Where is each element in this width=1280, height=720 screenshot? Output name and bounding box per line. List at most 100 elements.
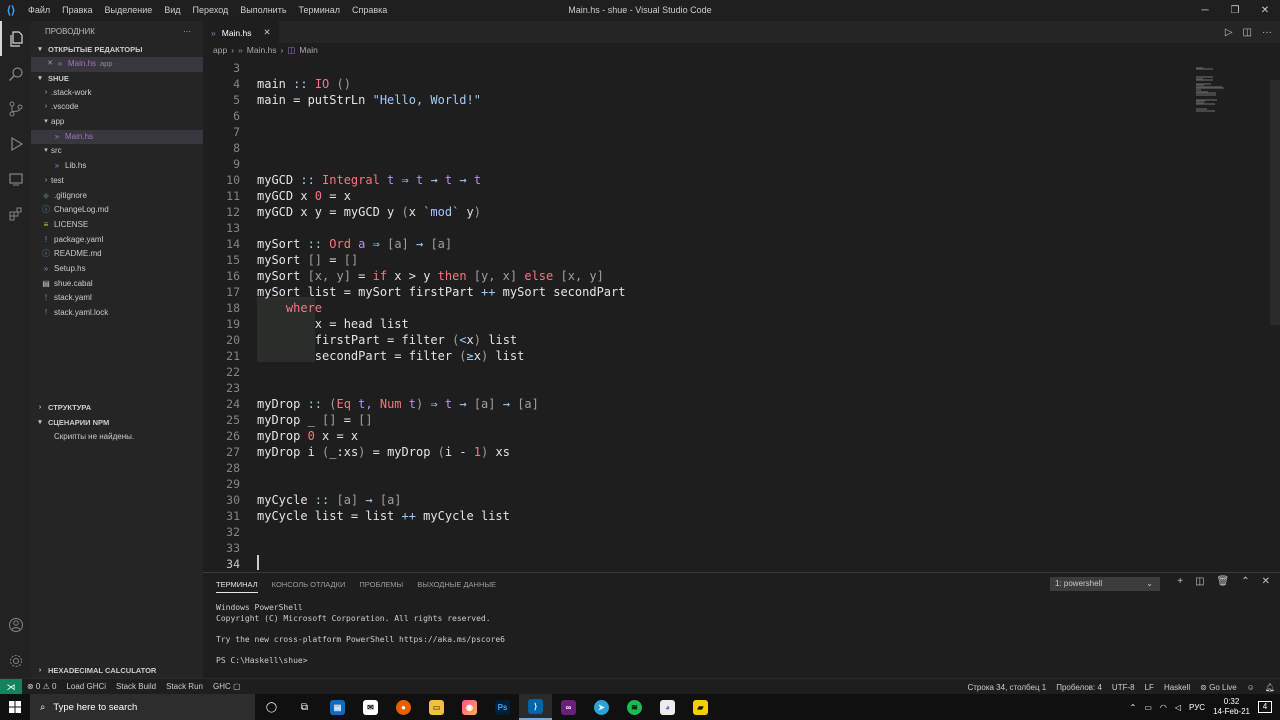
- more-actions-icon[interactable]: ···: [183, 21, 191, 43]
- menu-view[interactable]: Вид: [158, 0, 186, 21]
- spotify-icon[interactable]: ≋: [618, 694, 651, 720]
- source-control-icon[interactable]: [0, 91, 31, 126]
- problems-count[interactable]: ⊗ 0 ⚠ 0: [22, 682, 61, 691]
- maximize-panel-icon[interactable]: ⌃: [1241, 576, 1249, 587]
- remote-icon[interactable]: ⋊: [0, 678, 22, 695]
- windows-start-icon[interactable]: [0, 694, 30, 720]
- tree-item[interactable]: ⓘ README.md: [31, 247, 203, 262]
- store-icon[interactable]: ▤: [321, 694, 354, 720]
- breadcrumb-folder[interactable]: app: [213, 43, 227, 57]
- feedback-icon[interactable]: ☺: [1242, 683, 1260, 692]
- tree-item[interactable]: ≡ LICENSE: [31, 218, 203, 233]
- restore-icon[interactable]: ❐: [1220, 0, 1250, 21]
- breadcrumb-symbol[interactable]: Main: [299, 43, 317, 57]
- tab-close-icon[interactable]: ✕: [264, 27, 271, 38]
- open-editor-item[interactable]: ✕ » Main.hs app: [31, 57, 203, 72]
- vscode-taskbar-icon[interactable]: ⟩: [519, 694, 552, 720]
- cortana-icon[interactable]: ◯: [255, 694, 288, 720]
- minimap[interactable]: [1190, 57, 1280, 572]
- gear-icon[interactable]: [0, 643, 31, 678]
- task-view-icon[interactable]: ⧉: [288, 694, 321, 720]
- visual-studio-icon[interactable]: ∞: [552, 694, 585, 720]
- language-mode[interactable]: Haskell: [1159, 683, 1195, 692]
- photoshop-icon[interactable]: Ps: [486, 694, 519, 720]
- split-editor-icon[interactable]: ◫: [1243, 27, 1252, 38]
- code-editor[interactable]: 3 4 main :: IO () 5 main = putStrLn "Hello, …: [203, 57, 1190, 572]
- tree-item[interactable]: ▾ app: [31, 115, 203, 130]
- more-actions-icon[interactable]: ···: [1262, 27, 1272, 38]
- tree-item[interactable]: › test: [31, 174, 203, 189]
- line-ending[interactable]: LF: [1140, 683, 1159, 692]
- close-icon[interactable]: ✕: [1250, 0, 1280, 21]
- project-section[interactable]: ▾ SHUE: [31, 72, 203, 86]
- open-editors-section[interactable]: ▾ ОТКРЫТЫЕ РЕДАКТОРЫ: [31, 43, 203, 57]
- ghc-button[interactable]: GHC ▢: [208, 682, 246, 691]
- run-debug-icon[interactable]: [0, 126, 31, 161]
- tab-terminal[interactable]: ТЕРМИНАЛ: [216, 576, 258, 593]
- chevron-up-icon[interactable]: ⌃: [1130, 703, 1137, 712]
- tree-item[interactable]: » Main.hs: [31, 129, 203, 145]
- outline-section[interactable]: › СТРУКТУРА: [31, 401, 203, 415]
- tree-item[interactable]: ◆ .gitignore: [31, 189, 203, 204]
- trash-icon[interactable]: 🗑: [1217, 576, 1230, 587]
- close-panel-icon[interactable]: ✕: [1262, 576, 1270, 587]
- menu-edit[interactable]: Правка: [56, 0, 98, 21]
- menu-run[interactable]: Выполнить: [234, 0, 292, 21]
- menu-go[interactable]: Переход: [187, 0, 235, 21]
- breadcrumb-file[interactable]: Main.hs: [247, 43, 277, 57]
- tree-item[interactable]: » Lib.hs: [31, 159, 203, 174]
- close-icon[interactable]: ✕: [45, 57, 55, 72]
- tree-item[interactable]: » Setup.hs: [31, 262, 203, 277]
- split-terminal-icon[interactable]: ◫: [1195, 576, 1204, 587]
- photo-app-icon[interactable]: ◉: [453, 694, 486, 720]
- cursor-position[interactable]: Строка 34, столбец 1: [962, 683, 1051, 692]
- wifi-icon[interactable]: ◠: [1160, 703, 1167, 712]
- tree-item[interactable]: › .stack-work: [31, 86, 203, 101]
- menu-selection[interactable]: Выделение: [99, 0, 159, 21]
- new-terminal-icon[interactable]: +: [1177, 576, 1183, 587]
- load-ghci-button[interactable]: Load GHCi: [61, 682, 111, 691]
- file-explorer-icon[interactable]: ▭: [420, 694, 453, 720]
- remote-explorer-icon[interactable]: [0, 161, 31, 196]
- go-live-button[interactable]: ⊚ Go Live: [1195, 683, 1242, 692]
- tree-item[interactable]: ! stack.yaml: [31, 291, 203, 306]
- editor-scrollbar[interactable]: [1270, 80, 1280, 325]
- volume-icon[interactable]: ◁: [1175, 703, 1181, 712]
- tree-item[interactable]: ▾ src: [31, 144, 203, 159]
- keyboard-language[interactable]: РУС: [1189, 703, 1205, 712]
- telegram-icon[interactable]: ➤: [585, 694, 618, 720]
- explorer-icon[interactable]: [0, 21, 31, 56]
- stack-build-button[interactable]: Stack Build: [111, 682, 161, 691]
- terminal-output[interactable]: Windows PowerShell Copyright (C) Microso…: [216, 603, 505, 666]
- stack-run-button[interactable]: Stack Run: [161, 682, 208, 691]
- tab-debug-console[interactable]: КОНСОЛЬ ОТЛАДКИ: [272, 580, 346, 589]
- menu-file[interactable]: Файл: [22, 0, 56, 21]
- menu-terminal[interactable]: Терминал: [293, 0, 346, 21]
- account-icon[interactable]: [0, 607, 31, 642]
- battery-icon[interactable]: ▭: [1144, 703, 1152, 712]
- indentation[interactable]: Пробелов: 4: [1051, 683, 1107, 692]
- taskbar-search[interactable]: ⌕ Type here to search: [30, 694, 255, 720]
- minimize-icon[interactable]: ─: [1190, 0, 1220, 21]
- run-icon[interactable]: ▷: [1225, 27, 1233, 38]
- search-icon[interactable]: [0, 56, 31, 91]
- tree-item[interactable]: › .vscode: [31, 100, 203, 115]
- hex-calculator-section[interactable]: › HEXADECIMAL CALCULATOR: [31, 664, 203, 678]
- mail-icon[interactable]: ✉: [354, 694, 387, 720]
- tab-problems[interactable]: ПРОБЛЕМЫ: [359, 580, 403, 589]
- encoding[interactable]: UTF-8: [1107, 683, 1140, 692]
- menu-help[interactable]: Справка: [346, 0, 393, 21]
- tree-item[interactable]: ⓘ ChangeLog.md: [31, 203, 203, 218]
- extensions-icon[interactable]: [0, 196, 31, 231]
- tree-item[interactable]: ▤ shue.cabal: [31, 277, 203, 292]
- clock[interactable]: 0:32 14-Feb-21: [1213, 697, 1250, 717]
- tab-main-hs[interactable]: » Main.hs ✕: [203, 21, 279, 43]
- bell-icon[interactable]: 🔔︎: [1260, 683, 1280, 692]
- terminal-select[interactable]: 1: powershell ⌄: [1050, 577, 1160, 591]
- npm-scripts-section[interactable]: ▾ СЦЕНАРИИ NPM: [31, 416, 203, 430]
- firefox-icon[interactable]: ●: [387, 694, 420, 720]
- tab-output[interactable]: ВЫХОДНЫЕ ДАННЫЕ: [417, 580, 496, 589]
- app-icon[interactable]: ▰: [684, 694, 717, 720]
- notifications-icon[interactable]: 4: [1258, 701, 1272, 713]
- discord-icon[interactable]: ◕: [651, 694, 684, 720]
